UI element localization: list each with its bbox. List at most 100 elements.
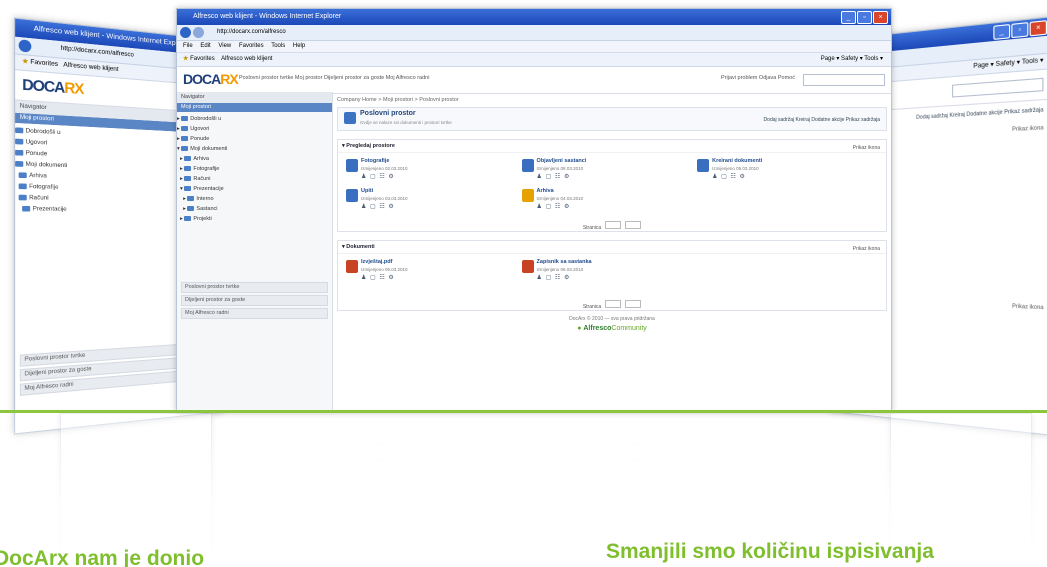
docarx-logo: DOCARX: [22, 75, 84, 98]
space-icon: [344, 112, 356, 124]
marketing-composite: Alfresco web klijent - Windows Internet …: [0, 0, 1047, 567]
maximize-icon[interactable]: ▫: [857, 11, 872, 24]
tree-item[interactable]: ▸ Interno: [177, 194, 332, 204]
page-nav[interactable]: [625, 220, 642, 229]
item-actions[interactable]: ♟ ▢ ☷ ⚙: [537, 203, 571, 210]
page-nav[interactable]: [625, 299, 642, 308]
breadcrumb[interactable]: Company Home > Moji prostori > Poslovni …: [337, 95, 887, 105]
space-card[interactable]: Arhiva Izmijenjeno 04.03.2010 ♟ ▢ ☷ ⚙: [521, 187, 698, 217]
forward-icon[interactable]: [193, 27, 204, 38]
sidebar-links: Poslovni prostor tvrtke Dijeljeni prosto…: [181, 282, 328, 321]
sidebar-link[interactable]: Dijeljeni prostor za goste: [181, 295, 328, 306]
favorites-button[interactable]: Favorites: [190, 56, 215, 62]
documents-section: ▾ Dokumenti Prikaz ikona Izvještaj.pdf Izm…: [337, 240, 887, 311]
star-icon[interactable]: ★: [183, 56, 188, 62]
browser-command-bar[interactable]: Page ▾ Safety ▾ Tools ▾: [821, 53, 891, 66]
tree-item[interactable]: ▾ Moji dokumenti: [177, 144, 332, 154]
folder-icon: [18, 183, 27, 190]
folder-icon: [184, 216, 192, 222]
tree-item[interactable]: ▸ Dobrodošli u: [177, 114, 332, 124]
maximize-icon[interactable]: ▫: [1011, 22, 1029, 39]
item-actions[interactable]: ♟ ▢ ☷ ⚙: [361, 173, 395, 180]
tree-item[interactable]: ▸ Projekti: [177, 214, 332, 224]
alfresco-logo: ● AlfrescoCommunity: [577, 325, 647, 332]
space-card[interactable]: Upiti Izmijenjeno 03.03.2010 ♟ ▢ ☷ ⚙: [346, 187, 522, 217]
tree-item[interactable]: ▾ Prezentacije: [177, 184, 332, 194]
menu-favorites[interactable]: Favorites: [239, 43, 264, 49]
navigator-sidebar: Navigator Moji prostori ▸ Dobrodošli u ▸…: [177, 92, 333, 411]
space-card[interactable]: Fotografije Izmijenjeno 02.03.2010 ♟ ▢ ☷ ⚙: [346, 157, 522, 187]
back-icon[interactable]: [18, 39, 32, 53]
menu-file[interactable]: File: [183, 43, 193, 49]
folder-icon: [18, 172, 27, 179]
folder-subtitle: Ovdje se nalaze svi dokumenti i prostori…: [360, 120, 452, 125]
window-title: Alfresco web klijent - Windows Internet …: [193, 13, 342, 20]
page-input[interactable]: [605, 299, 622, 308]
close-icon[interactable]: ×: [1029, 20, 1047, 37]
menu-tools[interactable]: Tools: [271, 43, 285, 49]
navigator-selected[interactable]: Moji prostori: [177, 103, 332, 112]
folder-icon: [22, 205, 31, 212]
tree-item[interactable]: ▸ Ugovori: [177, 124, 332, 134]
documents-view-select[interactable]: Prikaz ikona: [853, 243, 880, 255]
item-actions[interactable]: ♟ ▢ ☷ ⚙: [361, 203, 395, 210]
menu-view[interactable]: View: [218, 43, 231, 49]
item-actions[interactable]: ♟ ▢ ☷ ⚙: [537, 173, 571, 180]
folder-icon: [181, 136, 189, 142]
item-actions[interactable]: ♟ ▢ ☷ ⚙: [361, 274, 395, 281]
folder-icon: [184, 176, 192, 182]
document-card[interactable]: Izvještaj.pdf Izmijenjeno 05.03.2010 ♟ ▢ ☷…: [346, 258, 522, 296]
site-navigation[interactable]: Poslovni prostor tvrtke Moj prostor Dije…: [239, 75, 429, 81]
folder-tree: ▸ Dobrodošli u ▸ Ugovori ▸ Ponude ▾ Moji…: [177, 114, 332, 224]
minimize-icon[interactable]: _: [841, 11, 856, 24]
minimize-icon[interactable]: _: [993, 23, 1011, 40]
main-browser-window: Alfresco web klijent - Windows Internet …: [176, 8, 892, 412]
spaces-section: ▾ Pregledaj prostore Prikaz ikona Fotogra…: [337, 139, 887, 232]
close-icon[interactable]: ×: [873, 11, 888, 24]
address-text[interactable]: http://docarx.com/alfresco: [217, 29, 286, 35]
documents-grid: Izvještaj.pdf Izmijenjeno 05.03.2010 ♟ ▢ ☷…: [338, 254, 886, 298]
tree-item[interactable]: ▸ Ponude: [177, 134, 332, 144]
item-actions[interactable]: ♟ ▢ ☷ ⚙: [537, 274, 571, 281]
space-card[interactable]: Kreirani dokumenti Izmijenjeno 05.03.2010…: [697, 157, 873, 187]
spaces-grid: Fotografije Izmijenjeno 02.03.2010 ♟ ▢ ☷ ⚙…: [338, 153, 886, 219]
folder-icon: [187, 196, 195, 202]
space-card[interactable]: Objavljeni sastanci Izmijenjeno 08.03.201…: [521, 157, 698, 187]
search-input[interactable]: [803, 74, 885, 86]
folder-header: Poslovni prostor Ovdje se nalaze svi dok…: [337, 107, 887, 131]
folder-icon: [181, 146, 189, 152]
folder-title: Poslovni prostor: [360, 110, 416, 117]
folder-icon: [181, 116, 189, 122]
main-content: Company Home > Moji prostori > Poslovni …: [337, 95, 887, 411]
menu-help[interactable]: Help: [293, 43, 305, 49]
app-header: DOCARX Poslovni prostor tvrtke Moj prost…: [177, 67, 891, 94]
tree-item[interactable]: ▸ Arhiva: [177, 154, 332, 164]
document-card[interactable]: Zapisnik sa sastanka Izmijenjeno 06.03.20…: [521, 258, 698, 296]
folder-actions[interactable]: Dodaj sadržaj Kreiraj Dodatne akcije Pri…: [764, 117, 880, 123]
header-tools[interactable]: Prijavi problem Odjava Pomoć: [721, 75, 795, 81]
main-window-titlebar: Alfresco web klijent - Windows Internet …: [177, 9, 891, 25]
right-search-input[interactable]: [952, 77, 1044, 98]
tree-item[interactable]: ▸ Računi: [177, 174, 332, 184]
back-icon[interactable]: [180, 27, 191, 38]
folder-icon: [18, 194, 27, 201]
folder-icon: [15, 138, 24, 145]
spaces-view-select[interactable]: Prikaz ikona: [853, 142, 880, 154]
folder-icon: [187, 206, 195, 212]
window-controls: _ ▫ ×: [841, 11, 888, 24]
sidebar-link[interactable]: Moj Alfresco radni: [181, 308, 328, 319]
tree-item[interactable]: ▸ Sastanci: [177, 204, 332, 214]
folder-icon: [521, 159, 534, 172]
favorites-bar: ★ Favorites Alfresco web klijent Page ▾ …: [177, 53, 891, 67]
browser-tab[interactable]: Alfresco web klijent: [221, 56, 272, 62]
address-bar[interactable]: http://docarx.com/alfresco: [177, 25, 891, 41]
green-divider-line: [0, 410, 1047, 413]
menu-bar: File Edit View Favorites Tools Help: [177, 41, 891, 53]
tree-item[interactable]: ▸ Fotografije: [177, 164, 332, 174]
folder-icon: [184, 156, 192, 162]
sidebar-link[interactable]: Poslovni prostor tvrtke: [181, 282, 328, 293]
page-input[interactable]: [605, 220, 622, 229]
documents-pager: Stranica: [338, 298, 886, 310]
menu-edit[interactable]: Edit: [200, 43, 210, 49]
item-actions[interactable]: ♟ ▢ ☷ ⚙: [712, 173, 746, 180]
